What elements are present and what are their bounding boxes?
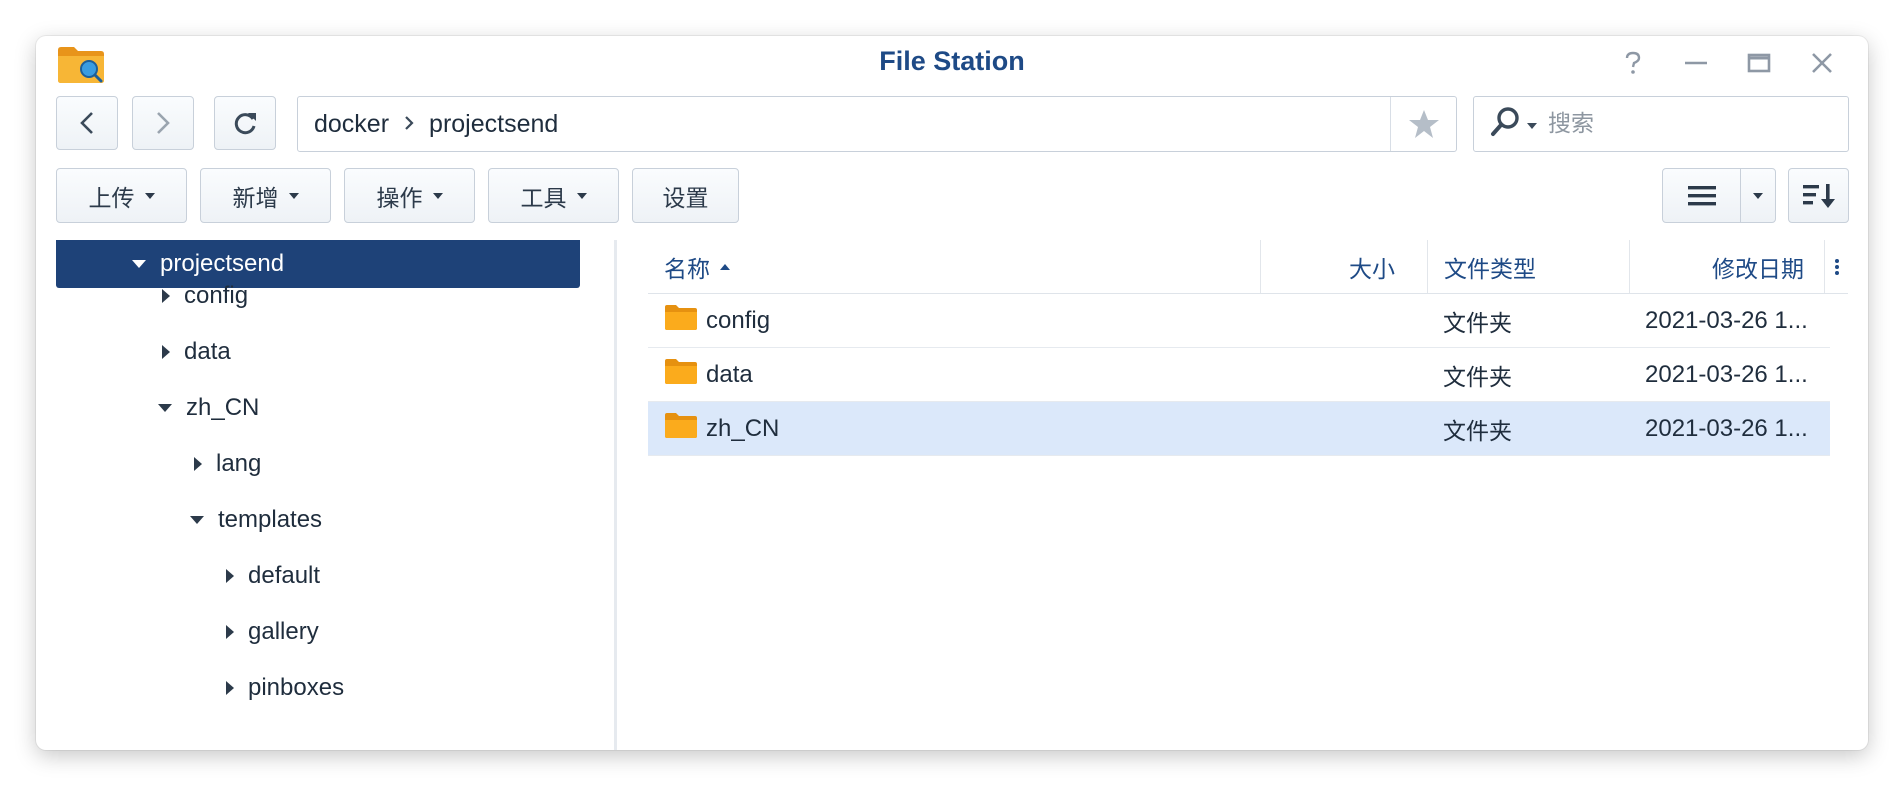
tree-item-label: gallery: [248, 618, 319, 645]
upload-button-label: 上传: [88, 185, 135, 212]
file-type: 文件夹: [1443, 418, 1512, 445]
settings-button[interactable]: 设置: [632, 168, 739, 223]
refresh-button[interactable]: [214, 96, 276, 150]
file-name: zh_CN: [706, 414, 780, 442]
folder-icon: [664, 357, 698, 392]
file-name: data: [706, 360, 753, 388]
collapse-arrow-icon[interactable]: [190, 516, 204, 524]
path-bar[interactable]: docker projectsend: [297, 96, 1457, 152]
create-button-label: 新增: [232, 185, 279, 212]
sort-button[interactable]: [1788, 168, 1849, 223]
action-button-label: 操作: [376, 185, 423, 212]
close-icon[interactable]: [1805, 46, 1839, 80]
tree-item-pinboxes[interactable]: pinboxes: [226, 664, 344, 712]
tree-item-label: templates: [218, 506, 323, 533]
folder-tree: projectsend config data zh_CN lang templ…: [36, 240, 616, 750]
action-button[interactable]: 操作: [344, 168, 475, 223]
tree-item-label: pinboxes: [248, 674, 345, 701]
forward-icon: [157, 112, 170, 134]
sort-ascending-icon: [720, 263, 730, 270]
chevron-down-icon: [288, 192, 299, 199]
chevron-down-icon: [144, 192, 155, 199]
search-box[interactable]: [1473, 96, 1849, 152]
pane-splitter[interactable]: [614, 240, 617, 750]
title-bar: File Station: [36, 36, 1868, 90]
tree-item-label: lang: [216, 450, 262, 477]
file-modified: 2021-03-26 1...: [1645, 360, 1808, 388]
tools-button[interactable]: 工具: [488, 168, 619, 223]
minimize-icon[interactable]: [1679, 46, 1713, 80]
tree-item-config[interactable]: config: [162, 272, 248, 320]
refresh-icon: [234, 113, 256, 135]
file-modified: 2021-03-26 1...: [1645, 306, 1808, 334]
create-button[interactable]: 新增: [200, 168, 331, 223]
tree-item-gallery[interactable]: gallery: [226, 608, 319, 656]
file-type: 文件夹: [1443, 310, 1512, 337]
favorite-star-icon[interactable]: [1390, 97, 1456, 151]
expand-arrow-icon[interactable]: [226, 681, 234, 695]
column-header-label: 修改日期: [1712, 256, 1804, 283]
search-input[interactable]: [1548, 111, 1828, 137]
settings-button-label: 设置: [662, 185, 709, 212]
chevron-down-icon: [432, 192, 443, 199]
tools-button-label: 工具: [520, 185, 567, 212]
file-name: config: [706, 306, 771, 334]
breadcrumb-item[interactable]: docker: [314, 110, 389, 139]
breadcrumb-item[interactable]: projectsend: [429, 110, 558, 139]
collapse-arrow-icon[interactable]: [132, 260, 146, 268]
file-row[interactable]: zh_CN 文件夹 2021-03-26 1...: [648, 402, 1830, 456]
file-modified: 2021-03-26 1...: [1645, 414, 1808, 442]
chevron-down-icon: [576, 192, 587, 199]
view-mode-dropdown-icon[interactable]: [1741, 169, 1775, 222]
tree-item-label: zh_CN: [186, 394, 260, 421]
tree-item-label: data: [184, 338, 231, 365]
file-list: 名称 大小 文件类型 修改日期 config 文件夹 2021-03-26 1.…: [648, 240, 1848, 750]
expand-arrow-icon[interactable]: [226, 569, 234, 583]
back-icon: [80, 112, 93, 134]
file-row[interactable]: config 文件夹 2021-03-26 1...: [648, 294, 1830, 348]
column-header-label: 大小: [1349, 256, 1395, 283]
folder-icon: [664, 303, 698, 338]
expand-arrow-icon[interactable]: [162, 345, 170, 359]
tree-item-projectsend[interactable]: projectsend: [56, 240, 580, 288]
forward-button[interactable]: [132, 96, 194, 150]
window-title: File Station: [879, 46, 1025, 76]
file-row[interactable]: data 文件夹 2021-03-26 1...: [648, 348, 1830, 402]
search-options-caret-icon[interactable]: [1526, 115, 1538, 134]
list-view-icon[interactable]: [1663, 169, 1741, 222]
column-header-type[interactable]: 文件类型: [1427, 240, 1629, 293]
back-button[interactable]: [56, 96, 118, 150]
tree-item-lang[interactable]: lang: [194, 440, 261, 488]
tree-item-zh_CN[interactable]: zh_CN: [158, 384, 259, 432]
tree-item-data[interactable]: data: [162, 328, 231, 376]
folder-icon: [664, 411, 698, 446]
column-header-size[interactable]: 大小: [1260, 240, 1427, 293]
tree-item-label: config: [184, 282, 249, 309]
more-columns-icon[interactable]: [1824, 240, 1848, 293]
column-header-name[interactable]: 名称: [648, 240, 1260, 293]
expand-arrow-icon[interactable]: [226, 625, 234, 639]
tree-item-templates[interactable]: templates: [190, 496, 322, 544]
column-header-label: 名称: [664, 256, 710, 283]
column-header-label: 文件类型: [1444, 256, 1536, 283]
search-icon[interactable]: [1490, 106, 1522, 142]
expand-arrow-icon[interactable]: [162, 289, 170, 303]
column-header-modified[interactable]: 修改日期: [1629, 240, 1824, 293]
maximize-icon[interactable]: [1742, 46, 1776, 80]
breadcrumb-chevron-icon: [403, 110, 415, 139]
upload-button[interactable]: 上传: [56, 168, 187, 223]
expand-arrow-icon[interactable]: [194, 457, 202, 471]
file-type: 文件夹: [1443, 364, 1512, 391]
view-mode-button[interactable]: [1662, 168, 1776, 223]
help-icon[interactable]: [1616, 46, 1650, 80]
tree-item-default[interactable]: default: [226, 552, 320, 600]
file-station-window: File Station docker projectsend 搜索 上传 新增…: [36, 36, 1868, 750]
collapse-arrow-icon[interactable]: [158, 404, 172, 412]
sort-icon: [1802, 183, 1835, 208]
file-list-header: 名称 大小 文件类型 修改日期: [648, 240, 1848, 294]
tree-item-label: default: [248, 562, 321, 589]
